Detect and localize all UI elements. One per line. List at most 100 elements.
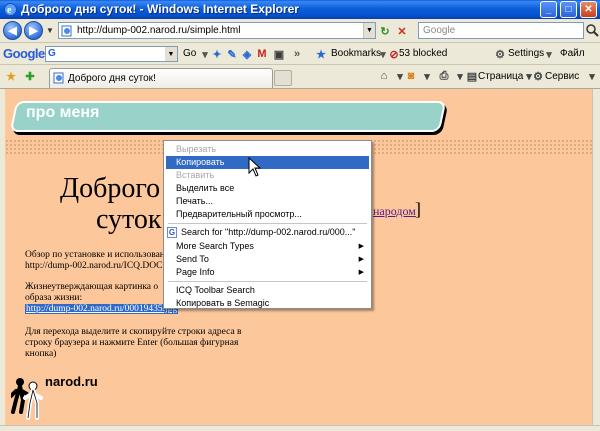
google-logo-text: Google [3, 46, 45, 61]
menu-item-copy-to-semagic-label: Копировать в Semagic [176, 298, 270, 308]
refresh-icon[interactable]: ↻ [378, 24, 392, 38]
banner-title: про меня [26, 104, 100, 121]
tab-row: ★ ✚ Доброго дня суток! ⌂ ▾ ◙ ▾ ⎙ ▾ ▤ Стр… [0, 65, 600, 89]
menu-item-page-info-label: Page Info [176, 267, 215, 277]
menu-item-send-to[interactable]: Send To ▶ [166, 253, 369, 266]
gmail-icon[interactable]: M [255, 47, 269, 61]
bookmarks-star-icon: ★ [316, 48, 326, 61]
window-title: Доброго дня суток! - Windows Internet Ex… [21, 2, 299, 16]
tab-page-icon [53, 72, 64, 84]
page-icon: ▤ [466, 70, 478, 83]
google-search-dropdown-icon[interactable]: ▼ [165, 47, 177, 61]
search-input[interactable]: Google [418, 22, 584, 39]
menu-item-copy[interactable]: Копировать [166, 156, 369, 169]
menu-item-print-preview-label: Предварительный просмотр... [176, 209, 302, 219]
add-favorites-icon[interactable]: ✚ [23, 69, 37, 83]
internet-explorer-icon: e [4, 3, 17, 16]
menu-item-print-label: Печать... [176, 196, 213, 206]
vertical-scrollbar[interactable] [592, 89, 600, 425]
submenu-arrow-icon: ▶ [358, 269, 364, 276]
new-tab-button[interactable] [274, 70, 292, 86]
forward-button[interactable]: ▶ [24, 21, 43, 40]
paragraph-3-line-2: строку браузера и нажмите Enter (большая… [25, 338, 239, 348]
settings-wrench-icon: ⚙ [495, 48, 505, 61]
paragraph-1-line-1: Обзор по установке и использовани [25, 250, 170, 260]
menu-separator [168, 281, 367, 282]
search-placeholder: Google [423, 25, 456, 36]
url-field[interactable]: http://dump-002.narod.ru/simple.html ▼ [58, 22, 376, 39]
heading-line-2: суток [96, 204, 162, 235]
home-icon[interactable]: ⌂ [377, 69, 391, 83]
minimize-icon: _ [545, 4, 552, 15]
submenu-arrow-icon: ▶ [358, 243, 364, 250]
news-icon[interactable]: ◈ [240, 47, 254, 61]
svg-text:e: e [7, 5, 12, 16]
menu-item-page-info[interactable]: Page Info ▶ [166, 266, 369, 279]
menu-item-paste: Вставить [166, 169, 369, 182]
paragraph-3-line-1: Для перехода выделите и скопируйте строк… [25, 327, 242, 337]
rss-feed-icon[interactable]: ◙ [404, 69, 418, 83]
paragraph-2-line-1: Жизнеутверждающая картинка о [25, 282, 159, 292]
google-search-menu-icon: G [167, 227, 177, 238]
url-dropdown-icon[interactable]: ▼ [363, 23, 375, 38]
file-menu[interactable]: Файл [560, 48, 585, 59]
google-toolbar: Google G ▼ Go ▾ ✦ ✎ ◈ M ▣ » ★ Bookmarks … [0, 43, 600, 65]
search-icon[interactable] [585, 23, 599, 38]
menu-item-send-to-label: Send To [176, 254, 209, 264]
print-icon[interactable]: ⎙ [437, 69, 451, 83]
go-button[interactable]: Go [183, 48, 196, 59]
menu-item-print-preview[interactable]: Предварительный просмотр... [166, 208, 369, 221]
refresh-page-icon[interactable]: ✦ [210, 47, 224, 61]
forward-arrow-icon: ▶ [29, 25, 38, 37]
status-bar [0, 425, 600, 431]
history-dropdown-icon[interactable]: ▼ [46, 26, 54, 35]
favorites-star-icon[interactable]: ★ [4, 69, 18, 83]
menu-item-search-for[interactable]: Search for "http://dump-002.narod.ru/000… [177, 226, 370, 239]
narod-logo-text: narod.ru [45, 374, 98, 389]
menu-item-copy-label: Копировать [176, 157, 225, 167]
heading-bracket: ] [415, 199, 421, 219]
menu-item-more-search-types[interactable]: More Search Types ▶ [166, 240, 369, 253]
url-text: http://dump-002.narod.ru/simple.html [77, 25, 241, 36]
google-search-input[interactable]: G ▼ [45, 46, 178, 62]
menu-separator [168, 223, 367, 224]
narod-link[interactable]: народом [373, 204, 416, 219]
feed-dropdown-icon[interactable]: ▾ [420, 69, 434, 83]
toolbar-more-icon[interactable]: » [290, 47, 304, 61]
address-bar: ◀ ▶ ▼ http://dump-002.narod.ru/simple.ht… [0, 19, 600, 43]
pagerank-icon[interactable]: ✎ [225, 47, 239, 61]
page-menu[interactable]: Страница [478, 71, 523, 82]
maximize-button[interactable]: □ [560, 1, 577, 18]
menu-item-print[interactable]: Печать... [166, 195, 369, 208]
stop-icon[interactable]: ✕ [395, 24, 409, 38]
paragraph-2-line-2: образа жизни: [25, 293, 83, 303]
minimize-button[interactable]: _ [540, 1, 557, 18]
menu-item-select-all[interactable]: Выделить все [166, 182, 369, 195]
submenu-arrow-icon: ▶ [358, 256, 364, 263]
blogger-icon[interactable]: ▣ [272, 47, 286, 61]
selected-image-link[interactable]: http://dump-002.narod.ru/00019435.jpg [25, 304, 179, 314]
heading-line-1: Доброго [60, 173, 161, 204]
menu-item-copy-to-semagic[interactable]: Копировать в Semagic [166, 297, 369, 310]
tools-menu[interactable]: Сервис [545, 71, 579, 82]
close-icon: ✕ [584, 4, 593, 15]
narod-logo[interactable]: narod.ru [11, 374, 111, 422]
close-window-button[interactable]: ✕ [580, 1, 597, 18]
menu-item-cut-label: Вырезать [176, 144, 217, 154]
tab-active[interactable]: Доброго дня суток! [49, 68, 273, 88]
tools-dropdown-icon[interactable]: ▾ [585, 69, 599, 83]
icq-doc-link: http://dump-002.narod.ru/ICQ.DOC [25, 261, 163, 271]
menu-item-icq-toolbar-search-label: ICQ Toolbar Search [176, 285, 255, 295]
maximize-icon: □ [565, 4, 572, 15]
popup-blocked-count[interactable]: 53 blocked [399, 48, 447, 59]
page-icon [61, 25, 72, 37]
back-arrow-icon: ◀ [8, 25, 17, 37]
narod-figures-icon [11, 378, 43, 420]
settings-button[interactable]: Settings [508, 48, 544, 59]
settings-dropdown-icon[interactable]: ▾ [542, 47, 556, 61]
context-menu: Вырезать Копировать Вставить Выделить вс… [163, 140, 372, 309]
mouse-cursor-icon [248, 157, 262, 177]
back-button[interactable]: ◀ [3, 21, 22, 40]
bookmarks-button[interactable]: Bookmarks [331, 48, 381, 59]
menu-item-icq-toolbar-search[interactable]: ICQ Toolbar Search [166, 284, 369, 297]
